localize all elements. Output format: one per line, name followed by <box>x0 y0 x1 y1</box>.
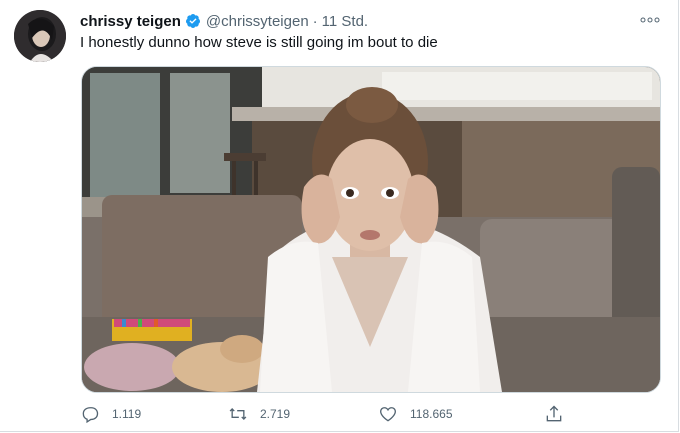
reply-count: 1.119 <box>112 407 142 421</box>
like-button[interactable]: 118.665 <box>378 402 453 426</box>
reply-button[interactable]: 1.119 <box>80 402 141 426</box>
reply-bubble-icon <box>82 407 99 424</box>
photo-illustration <box>82 67 660 392</box>
retweet-arrows-icon <box>229 408 247 420</box>
tweet-photo[interactable] <box>81 66 661 393</box>
avatar-photo <box>14 10 66 62</box>
retweet-count: 2.719 <box>260 407 291 421</box>
profile-avatar[interactable] <box>14 10 66 62</box>
user-handle[interactable]: @chrissyteigen <box>206 13 309 30</box>
display-name[interactable]: chrissy teigen <box>80 13 181 30</box>
share-button[interactable] <box>544 402 576 426</box>
retweet-button[interactable]: 2.719 <box>228 402 290 426</box>
tweet-header: chrissy teigen @chrissyteigen · 11 Std. <box>80 10 660 32</box>
more-horizontal-icon[interactable] <box>640 12 660 28</box>
like-count: 118.665 <box>410 407 453 421</box>
timestamp[interactable]: 11 Std. <box>322 13 368 30</box>
tweet-text: I honestly dunno how steve is still goin… <box>80 34 438 51</box>
tweet-actions: 1.119 2.719 118.665 <box>80 402 580 426</box>
share-upload-icon <box>546 405 562 422</box>
verified-badge-icon <box>185 13 201 29</box>
heart-outline-icon <box>380 407 396 422</box>
separator-dot: · <box>312 12 318 30</box>
